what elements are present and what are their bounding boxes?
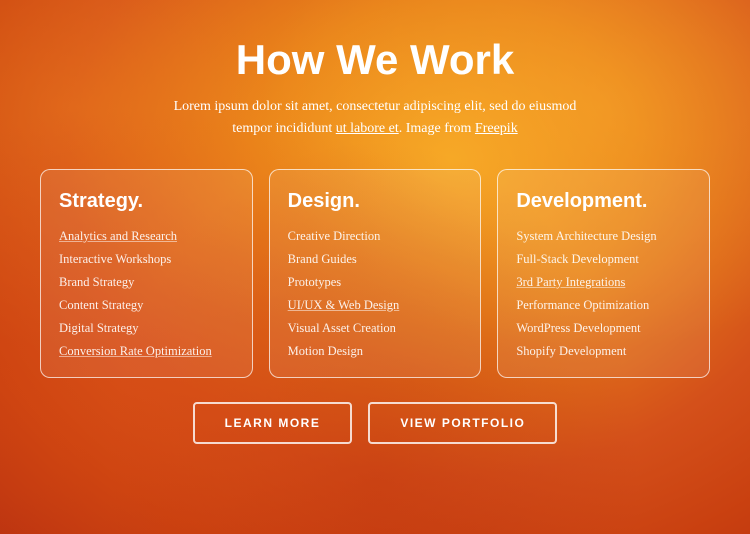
- list-item[interactable]: 3rd Party Integrations: [516, 275, 691, 290]
- list-item: Full-Stack Development: [516, 252, 691, 267]
- card-design-list: Creative Direction Brand Guides Prototyp…: [288, 229, 463, 359]
- list-item: System Architecture Design: [516, 229, 691, 244]
- list-item: Shopify Development: [516, 344, 691, 359]
- list-item: Prototypes: [288, 275, 463, 290]
- page-title: How We Work: [236, 36, 514, 84]
- list-item: Interactive Workshops: [59, 252, 234, 267]
- list-item: Brand Strategy: [59, 275, 234, 290]
- card-development: Development. System Architecture Design …: [497, 169, 710, 378]
- card-strategy: Strategy. Analytics and Research Interac…: [40, 169, 253, 378]
- card-design: Design. Creative Direction Brand Guides …: [269, 169, 482, 378]
- list-item: Brand Guides: [288, 252, 463, 267]
- list-item: Performance Optimization: [516, 298, 691, 313]
- card-strategy-title: Strategy.: [59, 190, 234, 213]
- page-background: How We Work Lorem ipsum dolor sit amet, …: [0, 0, 750, 534]
- list-item[interactable]: UI/UX & Web Design: [288, 298, 463, 313]
- card-strategy-list: Analytics and Research Interactive Works…: [59, 229, 234, 359]
- buttons-row: LEARN MORE VIEW PORTFOLIO: [193, 402, 558, 444]
- view-portfolio-button[interactable]: VIEW PORTFOLIO: [368, 402, 557, 444]
- list-item: WordPress Development: [516, 321, 691, 336]
- subtitle-link-freepik[interactable]: Freepik: [475, 121, 518, 136]
- learn-more-button[interactable]: LEARN MORE: [193, 402, 353, 444]
- list-item: Creative Direction: [288, 229, 463, 244]
- card-development-list: System Architecture Design Full-Stack De…: [516, 229, 691, 359]
- card-design-title: Design.: [288, 190, 463, 213]
- list-item: Motion Design: [288, 344, 463, 359]
- cards-row: Strategy. Analytics and Research Interac…: [40, 169, 710, 378]
- subtitle-link-labore[interactable]: ut labore et: [336, 121, 399, 136]
- list-item: Content Strategy: [59, 298, 234, 313]
- list-item: Visual Asset Creation: [288, 321, 463, 336]
- card-development-title: Development.: [516, 190, 691, 213]
- list-item[interactable]: Analytics and Research: [59, 229, 234, 244]
- list-item[interactable]: Conversion Rate Optimization: [59, 344, 234, 359]
- list-item: Digital Strategy: [59, 321, 234, 336]
- page-subtitle: Lorem ipsum dolor sit amet, consectetur …: [174, 96, 577, 141]
